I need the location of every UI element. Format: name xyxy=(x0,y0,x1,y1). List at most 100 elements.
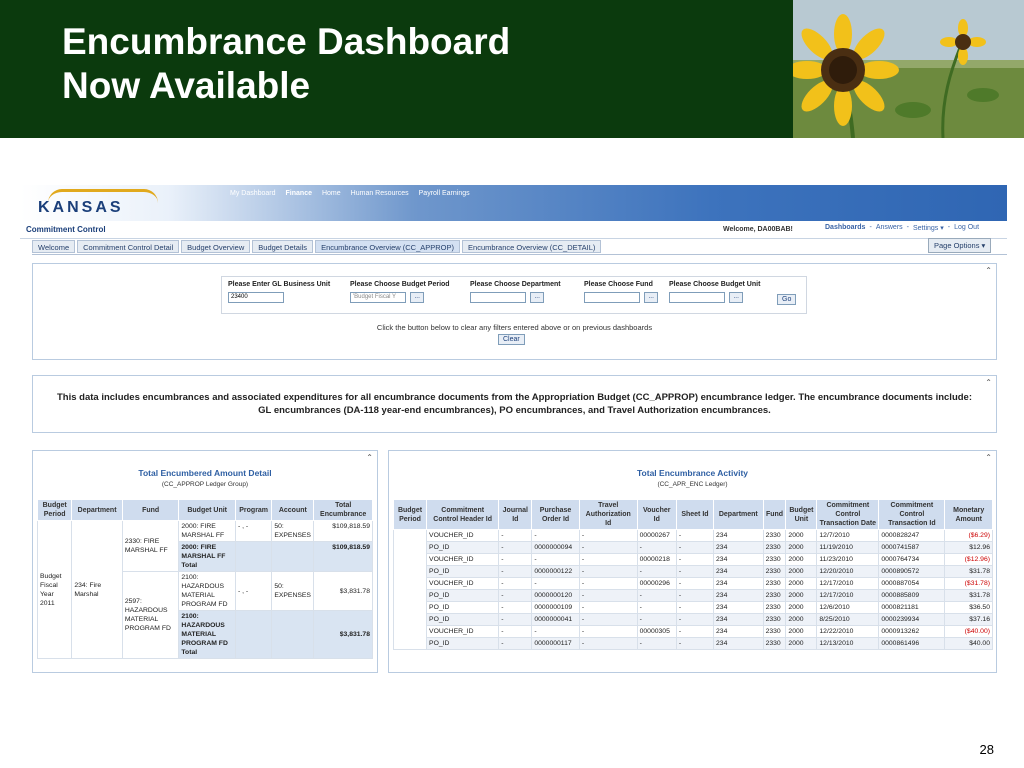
nav-home[interactable]: Home xyxy=(322,190,341,197)
dashboards-link[interactable]: Dashboards xyxy=(825,224,865,232)
fund-input[interactable] xyxy=(584,292,640,304)
tab-encumbrance-overview-cc-approp[interactable]: Encumbrance Overview (CC_APPROP) xyxy=(315,240,461,253)
column-header[interactable]: Program xyxy=(234,499,273,521)
column-header[interactable]: Journal Id xyxy=(498,499,533,530)
table-cell: 0000000120 xyxy=(531,589,580,602)
collapse-icon[interactable]: ⌃ xyxy=(985,453,992,462)
slide-title-line-2: Now Available xyxy=(62,65,311,106)
table-cell: 0000885809 xyxy=(878,589,946,602)
collapse-icon[interactable]: ⌃ xyxy=(985,378,992,387)
table-row: PO_ID -0000000122- - -234 2330 2000 12/20/2010… xyxy=(394,565,993,578)
table-cell: - xyxy=(498,577,533,590)
column-header[interactable]: Total Encumbrance xyxy=(313,499,373,521)
page-options-button[interactable]: Page Options ▾ xyxy=(928,238,992,253)
budget-period-input[interactable]: 'Budget Fiscal Y xyxy=(350,292,406,304)
department-browse-button[interactable]: ... xyxy=(530,292,544,304)
table-cell: - xyxy=(578,541,638,554)
table-cell: 2330 xyxy=(762,625,787,638)
business-unit-label: Please Enter GL Business Unit xyxy=(228,281,331,288)
table-cell: - xyxy=(531,529,580,542)
column-header[interactable]: Sheet Id xyxy=(675,499,715,530)
top-navigation: My Dashboard Finance Home Human Resource… xyxy=(230,190,470,197)
table-cell: - xyxy=(578,577,638,590)
table-cell: - xyxy=(498,589,533,602)
encumbered-amount-subtitle: (CC_APPROP Ledger Group) xyxy=(161,481,249,488)
nav-finance[interactable]: Finance xyxy=(286,190,312,197)
table-cell: 0000239934 xyxy=(878,613,946,626)
table-cell: - xyxy=(498,553,533,566)
tab-commitment-control-detail[interactable]: Commitment Control Detail xyxy=(77,240,180,253)
column-header[interactable]: Fund xyxy=(121,499,180,521)
column-header[interactable]: Account xyxy=(271,499,315,521)
encumbered-amount-table: Budget Period Department Fund Budget Uni… xyxy=(36,499,373,659)
table-cell: 2000 xyxy=(785,601,818,614)
tab-encumbrance-overview-cc-detail[interactable]: Encumbrance Overview (CC_DETAIL) xyxy=(462,240,602,253)
column-header[interactable]: Travel Authorization Id xyxy=(578,499,638,530)
table-cell: 12/17/2010 xyxy=(816,577,880,590)
amount-total-cell: $109,818.59 xyxy=(313,541,373,572)
column-header[interactable]: Voucher Id xyxy=(636,499,677,530)
table-cell: - xyxy=(498,637,533,650)
clear-button[interactable]: Clear xyxy=(498,334,525,345)
column-header[interactable]: Budget Period xyxy=(36,499,73,521)
info-text: This data includes encumbrances and asso… xyxy=(56,392,972,416)
tab-welcome[interactable]: Welcome xyxy=(32,240,76,253)
table-row: PO_ID -0000000117- - -234 2330 2000 12/13/2010… xyxy=(394,637,993,650)
column-header[interactable]: Budget Unit xyxy=(178,499,236,521)
table-cell: - xyxy=(578,565,638,578)
collapse-icon[interactable]: ⌃ xyxy=(366,453,373,462)
table-cell: 2000 xyxy=(785,589,818,602)
budget-unit-cell: 2100: HAZARDOUS MATERIAL PROGRAM FD xyxy=(178,571,236,611)
table-cell: 12/22/2010 xyxy=(816,625,880,638)
settings-link[interactable]: Settings ▾ xyxy=(913,224,944,232)
business-unit-input[interactable]: 23400 xyxy=(228,292,284,304)
nav-my-dashboard[interactable]: My Dashboard xyxy=(230,190,276,197)
column-header[interactable]: Fund xyxy=(762,499,787,530)
column-header[interactable]: Budget Unit xyxy=(785,499,818,530)
table-cell: 234 xyxy=(713,637,764,650)
budget-period-browse-button[interactable]: ... xyxy=(410,292,424,304)
table-cell: 12/17/2010 xyxy=(816,589,880,602)
collapse-icon[interactable]: ⌃ xyxy=(985,266,992,275)
column-header[interactable]: Commitment Control Header Id xyxy=(426,499,500,530)
table-row: VOUCHER_ID - - -00000305-234 2330 2000 12/22/2… xyxy=(394,625,993,638)
table-cell: $31.78 xyxy=(944,565,993,578)
table-cell: 0000000122 xyxy=(531,565,580,578)
table-cell: 0000828247 xyxy=(878,529,946,542)
table-cell: - xyxy=(498,601,533,614)
department-input[interactable] xyxy=(470,292,526,304)
nav-human-resources[interactable]: Human Resources xyxy=(351,190,409,197)
column-header[interactable]: Department xyxy=(713,499,764,530)
column-header[interactable]: Purchase Order Id xyxy=(531,499,580,530)
table-row: PO_ID -0000000120- - -234 2330 2000 12/17/2010… xyxy=(394,589,993,602)
table-cell: PO_ID xyxy=(426,613,500,626)
table-cell: 00000305 xyxy=(636,625,677,638)
app-header: KANSAS My Dashboard Finance Home Human R… xyxy=(20,185,1007,221)
program-cell: - , - xyxy=(234,520,273,542)
table-cell: 234 xyxy=(713,553,764,566)
fund-prompt: Please Choose Fund ... xyxy=(584,281,658,306)
separator: - xyxy=(906,224,909,231)
column-header[interactable]: Commitment Control Transaction Id xyxy=(878,499,946,530)
log-out-link[interactable]: Log Out xyxy=(954,224,979,232)
column-header[interactable]: Monetary Amount xyxy=(944,499,993,530)
column-header[interactable]: Commitment Control Transaction Date xyxy=(816,499,880,530)
go-button[interactable]: Go xyxy=(777,294,797,305)
budget-unit-input[interactable] xyxy=(669,292,725,304)
table-cell: - xyxy=(578,529,638,542)
column-header[interactable]: Department xyxy=(71,499,123,521)
tab-budget-overview[interactable]: Budget Overview xyxy=(181,240,251,253)
tab-budget-details[interactable]: Budget Details xyxy=(252,240,314,253)
nav-payroll-earnings[interactable]: Payroll Earnings xyxy=(419,190,470,197)
business-unit-prompt: Please Enter GL Business Unit 23400 xyxy=(228,281,330,306)
table-cell: 234 xyxy=(713,601,764,614)
answers-link[interactable]: Answers xyxy=(876,224,903,232)
table-cell: 0000000117 xyxy=(531,637,580,650)
program-cell: - , - xyxy=(234,571,273,611)
budget-unit-browse-button[interactable]: ... xyxy=(729,292,743,304)
table-cell: 0000887054 xyxy=(878,577,946,590)
slide-title: Encumbrance Dashboard Now Available xyxy=(62,20,510,108)
fund-browse-button[interactable]: ... xyxy=(644,292,658,304)
table-cell: 2330 xyxy=(762,553,787,566)
column-header[interactable]: Budget Period xyxy=(392,499,428,530)
